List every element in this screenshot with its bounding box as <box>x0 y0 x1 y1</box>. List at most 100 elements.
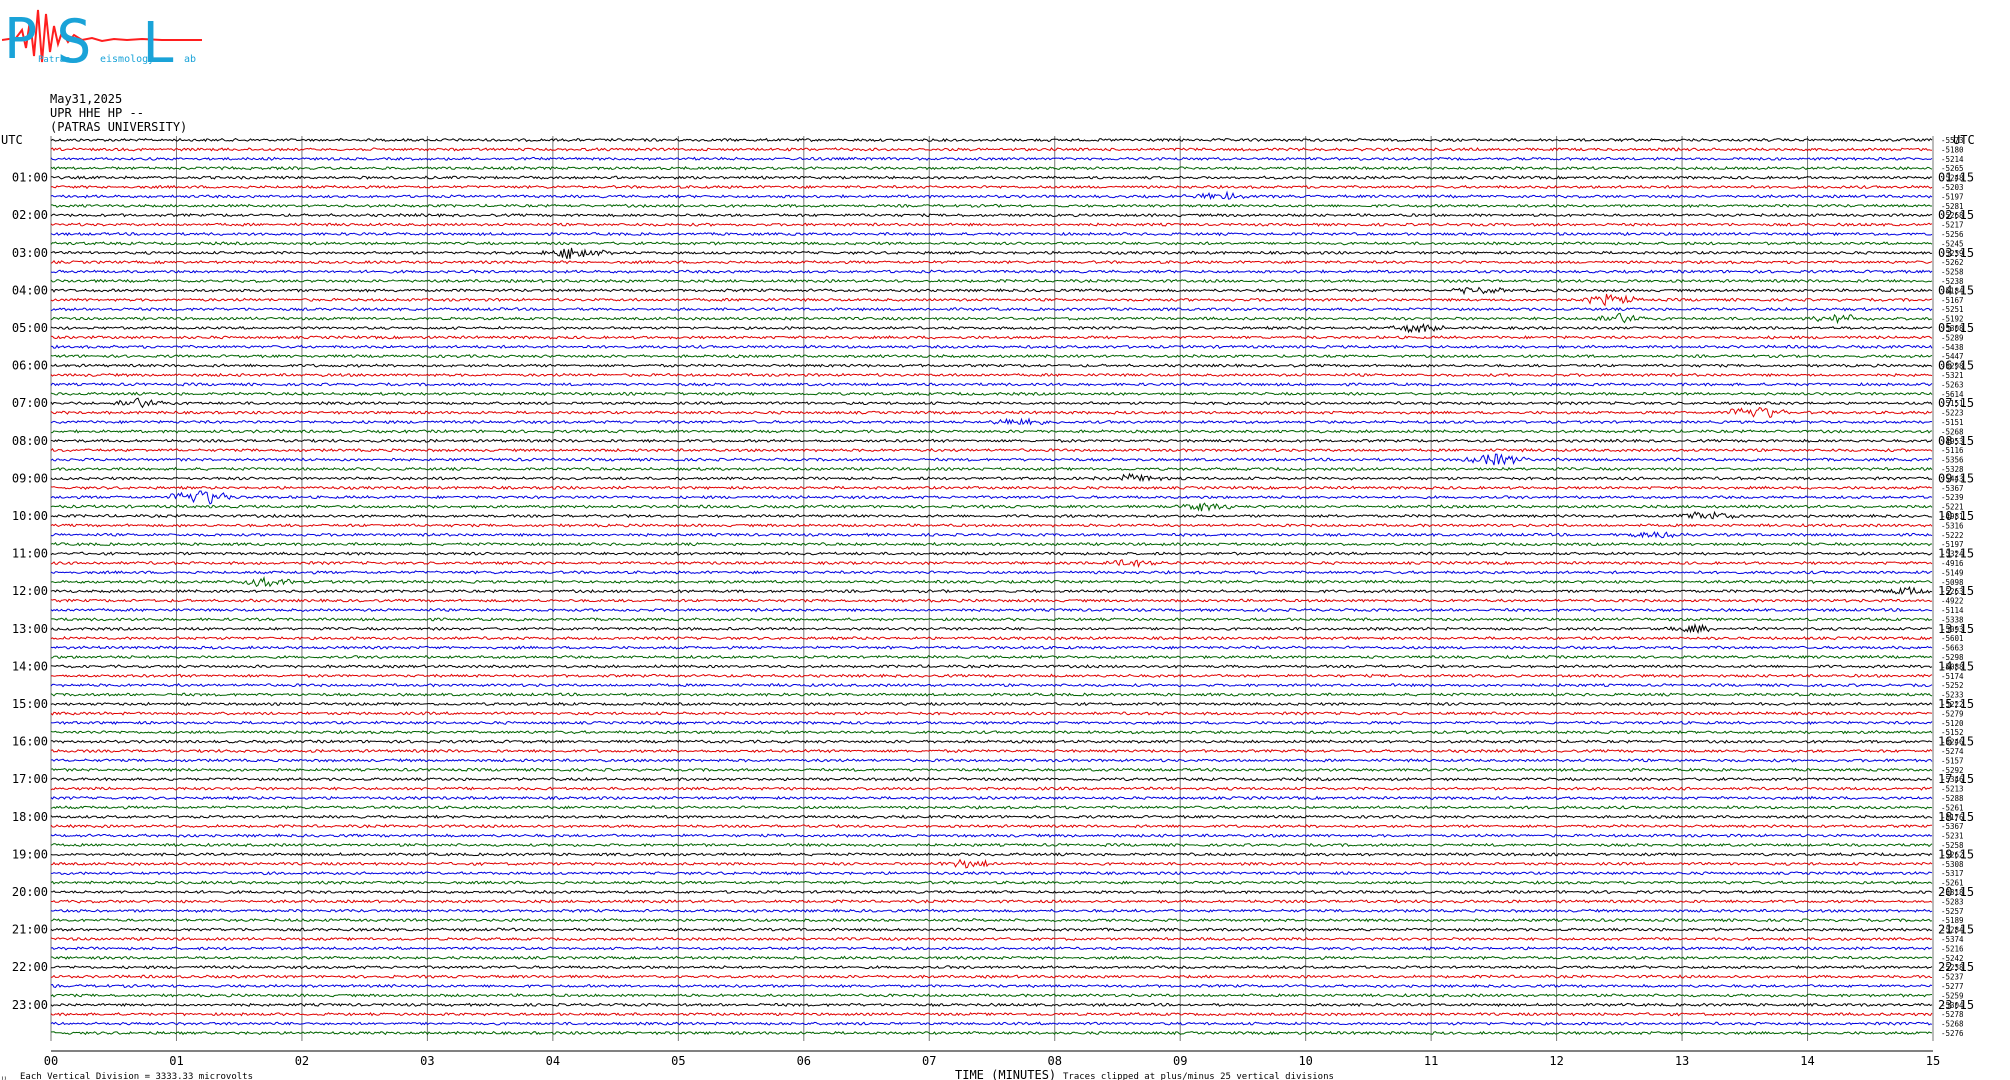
trace-83 <box>50 917 1933 923</box>
hour-label-left: 04:00 <box>12 283 48 297</box>
hour-label-left: 12:00 <box>12 584 48 598</box>
trace-54 <box>50 645 1933 650</box>
trace-56 <box>50 664 1933 669</box>
trace-68 <box>50 776 1933 782</box>
trace-offset-label: -5268 <box>1941 1020 1964 1029</box>
trace-18 <box>50 306 1933 312</box>
trace-42 <box>50 530 1933 539</box>
trace-offset-label: -5256 <box>1941 230 1964 239</box>
trace-34 <box>50 453 1933 466</box>
trace-offset-label: -5216 <box>1941 944 1964 953</box>
trace-23 <box>50 353 1933 359</box>
trace-71 <box>50 805 1933 810</box>
hour-label-right: 12:15 <box>1938 584 1974 598</box>
x-axis-title: TIME (MINUTES) <box>955 1068 1056 1080</box>
helicorder-chart: -5573-5180-5214-5265-5248-5203-5197-5281… <box>1 133 1975 1080</box>
trace-87 <box>51 955 1933 961</box>
hour-label-right: 14:15 <box>1938 659 1974 673</box>
trace-89 <box>50 974 1933 979</box>
trace-offset-label: -5663 <box>1941 644 1964 653</box>
hour-label-right: 04:15 <box>1938 283 1974 297</box>
hour-label-left: 15:00 <box>12 697 48 711</box>
trace-58 <box>50 682 1933 688</box>
trace-49 <box>50 598 1933 603</box>
trace-8 <box>50 212 1933 218</box>
x-tick-label: 05 <box>671 1054 685 1068</box>
x-tick-label: 02 <box>295 1054 309 1068</box>
trace-26 <box>50 382 1933 387</box>
trace-32 <box>50 438 1933 444</box>
hour-label-left: 08:00 <box>12 434 48 448</box>
trace-76 <box>50 852 1933 857</box>
trace-19 <box>50 312 1933 325</box>
trace-93 <box>50 1011 1933 1017</box>
hour-label-right: 23:15 <box>1938 998 1974 1012</box>
hour-label-right: 07:15 <box>1938 396 1974 410</box>
trace-46 <box>50 570 1933 575</box>
chart-traces <box>50 137 1933 1036</box>
x-tick-label: 01 <box>169 1054 183 1068</box>
hour-label-right: 22:15 <box>1938 960 1974 974</box>
x-tick-label: 09 <box>1173 1054 1187 1068</box>
trace-offset-label: -5277 <box>1941 982 1964 991</box>
trace-offset-label: -5149 <box>1941 568 1964 577</box>
trace-63 <box>50 729 1933 735</box>
trace-27 <box>50 391 1933 397</box>
x-tick-label: 14 <box>1800 1054 1814 1068</box>
trace-67 <box>50 767 1933 773</box>
hour-label-right: 03:15 <box>1938 246 1974 260</box>
trace-22 <box>50 344 1933 350</box>
trace-33 <box>50 447 1933 453</box>
trace-offset-label: -5197 <box>1941 192 1964 201</box>
hour-label-right: 01:15 <box>1938 171 1974 185</box>
chart-grid <box>50 136 1934 1052</box>
trace-50 <box>50 607 1932 613</box>
trace-80 <box>50 889 1933 895</box>
hour-label-left: 06:00 <box>12 359 48 373</box>
hour-label-left: 01:00 <box>12 171 48 185</box>
trace-95 <box>50 1030 1933 1036</box>
trace-90 <box>50 983 1933 989</box>
trace-offset-label: -5276 <box>1941 1029 1964 1038</box>
hour-label-left: 22:00 <box>12 960 48 974</box>
trace-39 <box>50 502 1933 512</box>
trace-9 <box>50 222 1933 227</box>
hour-label-right: 05:15 <box>1938 321 1974 335</box>
trace-12 <box>50 247 1933 259</box>
trace-24 <box>50 363 1933 368</box>
x-tick-label: 13 <box>1675 1054 1689 1068</box>
footer-corner-mark: ⌇⌇ <box>1 1076 7 1080</box>
trace-5 <box>50 184 1933 190</box>
trace-2 <box>50 156 1933 162</box>
hour-label-right: 06:15 <box>1938 359 1974 373</box>
trace-16 <box>50 286 1933 296</box>
trace-92 <box>50 1002 1933 1008</box>
trace-7 <box>51 203 1932 209</box>
trace-29 <box>50 406 1933 419</box>
hour-label-left: 09:00 <box>12 471 48 485</box>
trace-1 <box>50 147 1933 152</box>
trace-offset-label: -5120 <box>1941 719 1964 728</box>
hour-label-left: 17:00 <box>12 772 48 786</box>
hour-label-left: 20:00 <box>12 885 48 899</box>
trace-51 <box>50 617 1933 622</box>
hour-label-right: 16:15 <box>1938 735 1974 749</box>
trace-61 <box>50 711 1933 716</box>
hour-label-right: 19:15 <box>1938 847 1974 861</box>
trace-offset-label: -5263 <box>1941 380 1964 389</box>
trace-31 <box>50 429 1933 434</box>
hour-label-right: 20:15 <box>1938 885 1974 899</box>
trace-52 <box>50 623 1933 634</box>
hour-label-right: 18:15 <box>1938 810 1974 824</box>
hour-label-right: 09:15 <box>1938 471 1974 485</box>
hour-label-right: 21:15 <box>1938 923 1974 937</box>
trace-47 <box>50 575 1933 588</box>
trace-64 <box>51 739 1933 744</box>
trace-94 <box>50 1021 1933 1026</box>
trace-77 <box>50 858 1933 869</box>
trace-65 <box>50 748 1933 754</box>
trace-43 <box>50 541 1933 547</box>
hour-label-right: 02:15 <box>1938 208 1974 222</box>
trace-offset-label: -5438 <box>1941 343 1964 352</box>
trace-offset-label: -5239 <box>1941 493 1964 502</box>
